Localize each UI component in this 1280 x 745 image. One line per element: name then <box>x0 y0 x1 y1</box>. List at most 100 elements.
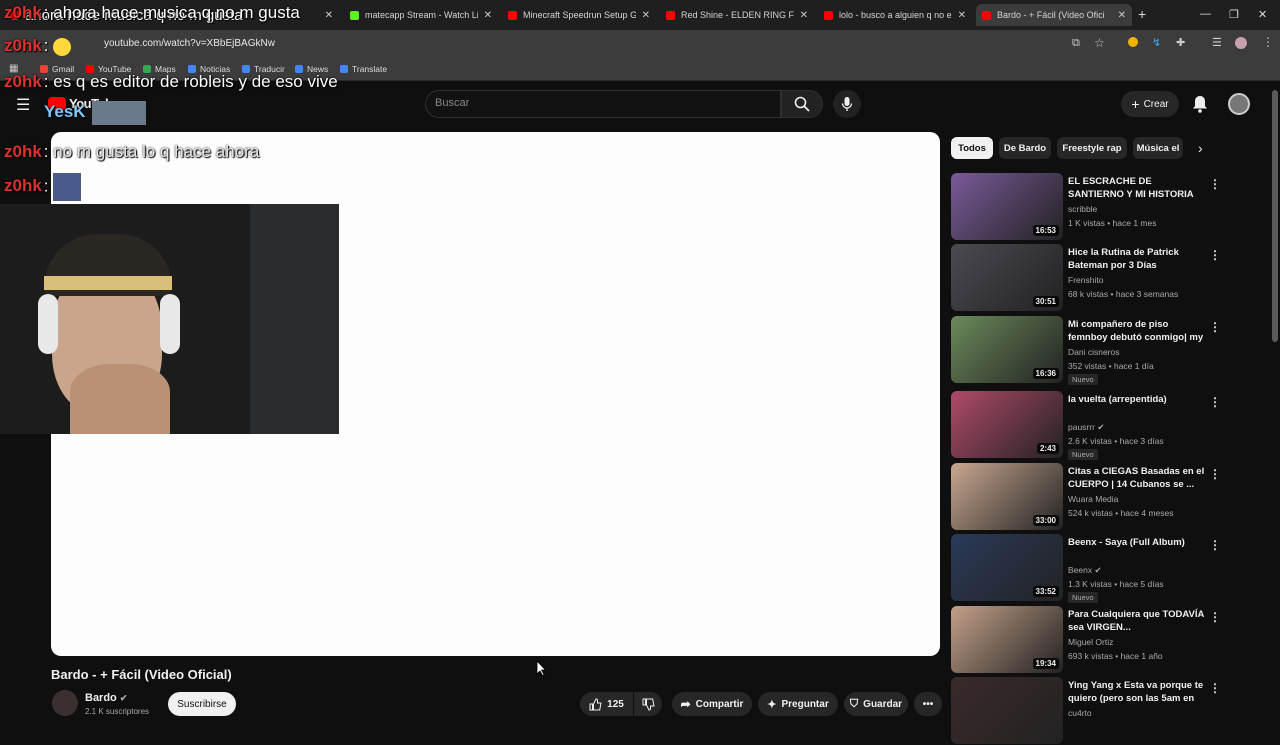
chip-freestyle-rap[interactable]: Freestyle rap <box>1057 137 1127 159</box>
browser-tab[interactable]: lolo - busco a alguien q no en ✕ <box>818 4 972 26</box>
video-thumbnail[interactable]: 30:51 <box>951 244 1063 311</box>
channel-avatar[interactable] <box>52 690 78 716</box>
recommendation-title[interactable]: la vuelta (arrepentida) <box>1068 393 1208 406</box>
new-badge: Nuevo <box>1068 449 1098 460</box>
video-thumbnail[interactable]: 16:53 <box>951 173 1063 240</box>
more-options-icon[interactable]: ⋮ <box>1209 320 1221 334</box>
search-button[interactable] <box>781 90 823 118</box>
minimize-icon[interactable]: — <box>1200 8 1211 20</box>
extension-icon[interactable] <box>1128 37 1138 47</box>
chevron-right-icon[interactable]: › <box>1198 140 1203 156</box>
recommendation-item[interactable]: 16:36 Mi compañero de piso femnboy debutó… <box>951 316 1271 385</box>
recommendation-channel[interactable]: Beenx ✔ <box>1068 565 1102 576</box>
like-button[interactable]: 125 <box>580 692 633 716</box>
recommendation-channel[interactable]: Dani cisneros <box>1068 347 1120 357</box>
url-field[interactable]: youtube.com/watch?v=XBbEjBAGkNw <box>104 38 275 49</box>
more-options-icon[interactable]: ⋮ <box>1209 538 1221 552</box>
video-thumbnail[interactable]: 33:52 <box>951 534 1063 601</box>
scrollbar[interactable] <box>1272 90 1278 342</box>
search-icon <box>794 96 810 112</box>
search-input[interactable]: Buscar <box>425 90 781 118</box>
close-tab-icon[interactable]: ✕ <box>800 10 808 21</box>
video-thumbnail[interactable] <box>951 677 1063 744</box>
extensions-puzzle-icon[interactable]: ✚ <box>1176 36 1185 49</box>
recommendation-channel[interactable]: scribble <box>1068 204 1097 214</box>
recommendation-item[interactable]: 30:51 Hice la Rutina de Patrick Bateman p… <box>951 244 1271 312</box>
recommendation-item[interactable]: 33:52 Beenx - Saya (Full Album) Beenx ✔ 1.3… <box>951 534 1271 603</box>
more-options-icon[interactable]: ⋮ <box>1209 610 1221 624</box>
chip-musica[interactable]: Música el <box>1133 137 1183 159</box>
chat-message: YesK <box>44 101 147 125</box>
recommendation-item[interactable]: 16:53 EL ESCRACHE DE SANTIERNO Y MI HISTO… <box>951 173 1271 241</box>
dislike-button[interactable] <box>634 692 662 716</box>
browser-tab-active[interactable]: Bardo - + Fácil (Video Ofici ✕ <box>976 4 1132 26</box>
more-options-icon[interactable]: ⋮ <box>1209 681 1221 695</box>
create-button[interactable]: + Crear <box>1121 91 1179 117</box>
voice-search-button[interactable] <box>833 90 861 118</box>
tab-search-icon[interactable]: ☰ <box>1212 36 1222 49</box>
close-tab-icon[interactable]: ✕ <box>642 10 650 21</box>
browser-tab[interactable]: Minecraft Speedrun Setup Gui ✕ <box>502 4 656 26</box>
recommendation-title[interactable]: EL ESCRACHE DE SANTIERNO Y MI HISTORIA C… <box>1068 175 1208 203</box>
new-badge: Nuevo <box>1068 374 1098 385</box>
duration-badge: 30:51 <box>1032 296 1059 307</box>
recommendation-title[interactable]: Hice la Rutina de Patrick Bateman por 3 … <box>1068 246 1208 272</box>
ask-button[interactable]: ✦ Preguntar <box>758 692 838 716</box>
close-tab-icon[interactable]: ✕ <box>484 10 492 21</box>
recommendation-channel[interactable]: Miguel Ortiz <box>1068 637 1113 647</box>
recommendation-title[interactable]: Ying Yang x Esta va porque te quiero (pe… <box>1068 679 1208 707</box>
recommendation-meta: 2.6 K vistas • hace 3 días <box>1068 436 1164 446</box>
save-button[interactable]: ⛉ Guardar <box>844 692 908 716</box>
hamburger-menu-icon[interactable]: ☰ <box>16 95 30 115</box>
more-options-icon[interactable]: ⋮ <box>1209 248 1221 262</box>
browser-tab[interactable]: Red Shine - ELDEN RING FT m ✕ <box>660 4 814 26</box>
video-thumbnail[interactable]: 19:34 <box>951 606 1063 673</box>
new-tab-icon[interactable]: + <box>1138 6 1146 22</box>
more-options-icon[interactable]: ⋮ <box>1209 177 1221 191</box>
recommendation-title[interactable]: Mi compañero de piso femnboy debutó conm… <box>1068 318 1208 346</box>
chip-todos[interactable]: Todos <box>951 137 993 159</box>
restore-icon[interactable]: ❐ <box>1229 8 1239 21</box>
chat-emote-image <box>53 173 82 201</box>
new-badge: Nuevo <box>1068 592 1098 603</box>
recommendation-item[interactable]: 2:43 la vuelta (arrepentida) pausrrr ✔ 2.6 … <box>951 391 1271 460</box>
chat-message: z0hk: no m gusta lo q hace ahora <box>4 142 260 161</box>
menu-kebab-icon[interactable]: ⋮ <box>1262 35 1274 49</box>
recommendation-channel[interactable]: Wuara Media <box>1068 494 1118 504</box>
chip-de-bardo[interactable]: De Bardo <box>999 137 1051 159</box>
bookmark-star-icon[interactable]: ☆ <box>1094 36 1105 50</box>
recommendation-item[interactable]: Ying Yang x Esta va porque te quiero (pe… <box>951 677 1271 745</box>
plus-icon: + <box>1131 96 1140 112</box>
browser-tab[interactable]: matecapp Stream - Watch Live ✕ <box>344 4 498 26</box>
close-tab-icon[interactable]: ✕ <box>325 10 333 21</box>
extension-icon[interactable]: ↯ <box>1152 36 1161 49</box>
more-actions-button[interactable]: ••• <box>914 692 942 716</box>
video-thumbnail[interactable]: 33:00 <box>951 463 1063 530</box>
share-button[interactable]: ➦ Compartir <box>672 692 752 716</box>
subscribe-button[interactable]: Suscribirse <box>168 692 236 716</box>
account-avatar[interactable] <box>1228 93 1250 115</box>
channel-name[interactable]: Bardo ✔ <box>85 692 127 704</box>
video-thumbnail[interactable]: 16:36 <box>951 316 1063 383</box>
recommendation-item[interactable]: 19:34 Para Cualquiera que TODAVÍA sea VIR… <box>951 606 1271 674</box>
more-options-icon[interactable]: ⋮ <box>1209 467 1221 481</box>
profile-avatar-icon[interactable] <box>1235 37 1247 49</box>
close-tab-icon[interactable]: ✕ <box>958 10 966 21</box>
bell-icon[interactable] <box>1192 95 1208 118</box>
recommendation-meta: 524 k vistas • hace 4 meses <box>1068 508 1174 518</box>
recommendation-channel[interactable]: Frenshito <box>1068 275 1103 285</box>
video-title: Bardo - + Fácil (Video Oficial) <box>51 667 232 682</box>
recommendation-channel[interactable]: cu4rto <box>1068 708 1092 718</box>
recommendation-title[interactable]: Para Cualquiera que TODAVÍA sea VIRGEN..… <box>1068 608 1208 634</box>
more-options-icon[interactable]: ⋮ <box>1209 395 1221 409</box>
install-app-icon[interactable]: ⧉ <box>1072 37 1080 50</box>
bookmark-translate[interactable]: Translate <box>340 64 387 74</box>
close-tab-icon[interactable]: ✕ <box>1118 10 1126 21</box>
video-thumbnail[interactable]: 2:43 <box>951 391 1063 458</box>
recommendation-channel[interactable]: pausrrr ✔ <box>1068 422 1104 433</box>
recommendation-title[interactable]: Beenx - Saya (Full Album) <box>1068 536 1208 549</box>
recommendation-title[interactable]: Citas a CIEGAS Basadas en el CUERPO | 14… <box>1068 465 1208 491</box>
close-window-icon[interactable]: ✕ <box>1258 8 1267 21</box>
recommendation-meta: 352 vistas • hace 1 día <box>1068 361 1154 371</box>
recommendation-item[interactable]: 33:00 Citas a CIEGAS Basadas en el CUERPO… <box>951 463 1271 531</box>
